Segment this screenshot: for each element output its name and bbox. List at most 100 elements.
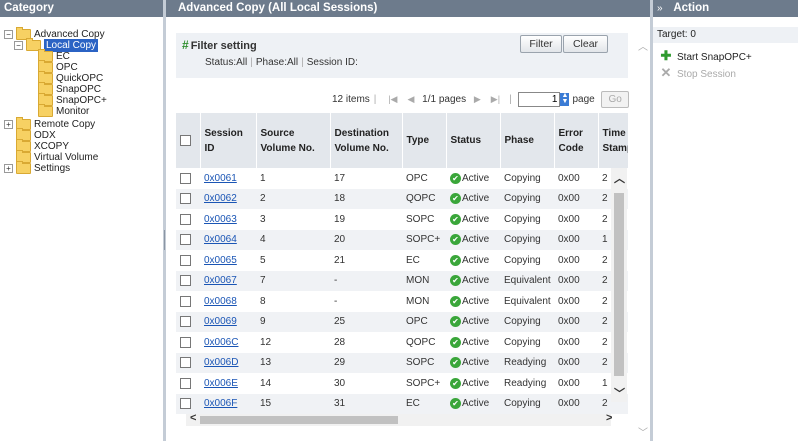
type-cell: SOPC xyxy=(402,352,446,373)
table-row[interactable]: 0x006D 13 29 SOPC ✔ Active Readying 0x00 2 xyxy=(176,352,628,373)
filter-button[interactable]: Filter xyxy=(520,35,562,53)
row-checkbox[interactable] xyxy=(180,172,191,184)
column-header[interactable]: Type xyxy=(402,113,447,168)
tree-node-label[interactable]: Settings xyxy=(34,162,70,175)
collapse-action-icon[interactable]: » xyxy=(657,3,663,14)
session-id-link[interactable]: 0x0061 xyxy=(204,173,237,184)
next-page-icon[interactable]: ▶ xyxy=(474,94,481,104)
session-id-link[interactable]: 0x0069 xyxy=(204,316,237,327)
session-id-link[interactable]: 0x0065 xyxy=(204,255,237,266)
column-header[interactable]: Session ID xyxy=(200,113,257,168)
source-volume-cell: 8 xyxy=(260,295,266,307)
scroll-right-arrow-icon[interactable]: > xyxy=(606,412,612,424)
page-spinner-icon[interactable]: ▲ ▼ xyxy=(560,92,570,106)
category-header: Category xyxy=(0,0,163,17)
status-cell: ✔ Active xyxy=(446,168,500,189)
row-checkbox[interactable] xyxy=(180,213,191,225)
column-header[interactable]: Error Code xyxy=(554,113,599,168)
select-all-checkbox[interactable] xyxy=(180,134,191,146)
scroll-down-arrow-icon[interactable]: ﹀ xyxy=(614,385,625,401)
table-row[interactable]: 0x0067 7- MON ✔ Active Equivalent 0x00 2 xyxy=(176,270,628,291)
type-cell: EC xyxy=(402,393,446,414)
table-row[interactable]: 0x0068 8- MON ✔ Active Equivalent 0x00 2 xyxy=(176,291,628,312)
column-header[interactable]: Status xyxy=(446,113,501,168)
tree-node-label[interactable]: Monitor xyxy=(56,105,89,118)
session-id-link[interactable]: 0x006F xyxy=(204,398,237,409)
panel-splitter-left[interactable] xyxy=(163,0,166,441)
source-volume-cell: 1 xyxy=(260,172,266,184)
row-checkbox[interactable] xyxy=(180,295,191,307)
column-header[interactable]: Source Volume No. xyxy=(256,113,331,168)
session-id-link[interactable]: 0x006C xyxy=(204,337,238,348)
source-volume-cell: 15 xyxy=(256,393,330,414)
session-id-cell: 0x0068 xyxy=(200,291,256,312)
table-row[interactable]: 0x0069 9 25 OPC ✔ Active Copying 0x00 2 xyxy=(176,311,628,332)
phase-cell: Equivalent xyxy=(500,270,554,291)
phase-cell: Copying xyxy=(500,393,554,414)
status-cell: ✔ Active xyxy=(446,291,500,312)
table-row[interactable]: 0x006E 14 30 SOPC+ ✔ Active Readying 0x00 1 xyxy=(176,373,628,394)
page-scroll-down-icon[interactable]: ﹀ xyxy=(638,424,648,439)
session-id-link[interactable]: 0x0062 xyxy=(204,193,237,204)
last-page-icon[interactable]: ▶| xyxy=(491,94,500,104)
table-row[interactable]: 0x0062 2 18 QOPC ✔ Active Copying 0x00 2 xyxy=(176,188,628,209)
session-id-link[interactable]: 0x006E xyxy=(204,378,238,389)
collapse-icon[interactable]: − xyxy=(14,41,23,50)
expand-icon[interactable]: + xyxy=(4,120,13,129)
action-label: Stop Session xyxy=(677,69,736,80)
stop-session-action[interactable]: ✕ Stop Session xyxy=(660,66,736,81)
row-checkbox[interactable] xyxy=(180,254,191,266)
active-check-icon: ✔ xyxy=(450,254,461,266)
scroll-left-arrow-icon[interactable]: < xyxy=(190,412,196,424)
row-checkbox[interactable] xyxy=(180,377,191,389)
active-check-icon: ✔ xyxy=(450,172,461,184)
clear-button[interactable]: Clear xyxy=(563,35,608,53)
row-checkbox[interactable] xyxy=(180,398,191,410)
session-id-link[interactable]: 0x0064 xyxy=(204,234,237,245)
session-id-link[interactable]: 0x0063 xyxy=(204,214,237,225)
active-check-icon: ✔ xyxy=(450,193,461,205)
scroll-up-arrow-icon[interactable]: ︿ xyxy=(614,170,625,186)
expand-icon[interactable]: + xyxy=(4,164,13,173)
row-checkbox[interactable] xyxy=(180,193,191,205)
destination-volume-cell: - xyxy=(334,295,338,307)
session-id-link[interactable]: 0x0068 xyxy=(204,296,237,307)
row-select-cell xyxy=(176,188,200,209)
collapse-icon[interactable]: − xyxy=(4,30,13,39)
error-code-cell: 0x00 xyxy=(558,213,580,225)
table-row[interactable]: 0x0063 3 19 SOPC ✔ Active Copying 0x00 2 xyxy=(176,209,628,230)
first-page-icon[interactable]: |◀ xyxy=(388,94,397,104)
prev-page-icon[interactable]: ◀ xyxy=(407,94,414,104)
start-snapopc-plus-action[interactable]: ✚ Start SnapOPC+ xyxy=(660,49,752,64)
row-checkbox[interactable] xyxy=(180,357,191,369)
active-check-icon: ✔ xyxy=(450,377,461,389)
row-checkbox[interactable] xyxy=(180,275,191,287)
table-row[interactable]: 0x0065 5 21 EC ✔ Active Copying 0x00 2 xyxy=(176,250,628,271)
row-checkbox[interactable] xyxy=(180,234,191,246)
destination-volume-cell: 29 xyxy=(330,352,402,373)
source-volume-cell: 4 xyxy=(256,229,330,250)
active-check-icon: ✔ xyxy=(450,295,461,307)
table-horizontal-scroll-thumb[interactable] xyxy=(200,416,398,424)
table-vertical-scroll-thumb[interactable] xyxy=(614,193,624,376)
table-row[interactable]: 0x0064 4 20 SOPC+ ✔ Active Copying 0x00 1 xyxy=(176,229,628,250)
active-check-icon: ✔ xyxy=(450,234,461,246)
go-button[interactable]: Go xyxy=(601,91,629,108)
active-check-icon: ✔ xyxy=(450,336,461,348)
table-row[interactable]: 0x006F 15 31 EC ✔ Active Copying 0x00 2 xyxy=(176,393,628,414)
column-header[interactable]: Destination Volume No. xyxy=(330,113,403,168)
table-row[interactable]: 0x006C 12 28 QOPC ✔ Active Copying 0x00 2 xyxy=(176,332,628,353)
destination-volume-cell: 28 xyxy=(334,336,346,348)
column-header[interactable]: Time Stamp xyxy=(598,113,628,168)
table-row[interactable]: 0x0061 1 17 OPC ✔ Active Copying 0x00 2 xyxy=(176,168,628,189)
status-cell: ✔ Active xyxy=(446,373,500,394)
page-number-input[interactable] xyxy=(518,91,561,107)
session-id-link[interactable]: 0x006D xyxy=(204,357,238,368)
session-id-link[interactable]: 0x0067 xyxy=(204,275,237,286)
row-checkbox[interactable] xyxy=(180,336,191,348)
row-checkbox[interactable] xyxy=(180,316,191,328)
source-volume-cell: 2 xyxy=(256,188,330,209)
page-scroll-up-icon[interactable]: ︿ xyxy=(638,38,648,53)
panel-splitter-right[interactable] xyxy=(650,0,653,441)
column-header[interactable]: Phase xyxy=(500,113,555,168)
